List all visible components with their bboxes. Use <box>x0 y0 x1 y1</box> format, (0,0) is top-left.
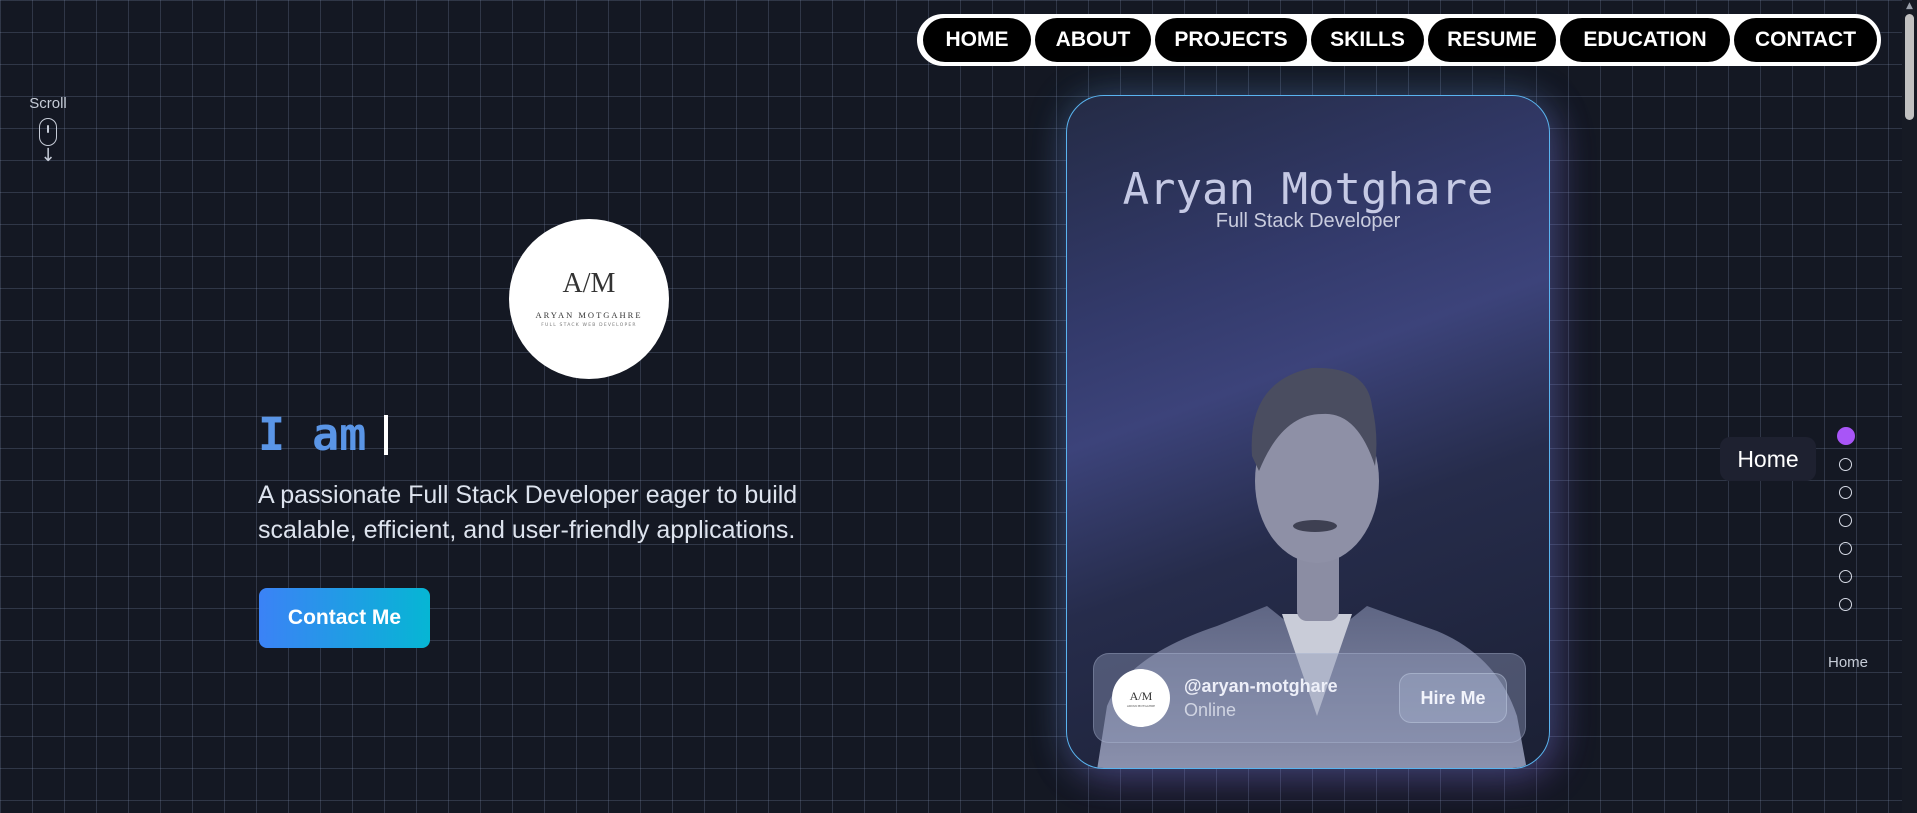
hire-me-button[interactable]: Hire Me <box>1399 673 1507 723</box>
scroll-up-icon[interactable]: ▲ <box>1902 0 1917 12</box>
nav-resume[interactable]: RESUME <box>1428 18 1556 62</box>
profile-handle: @aryan-motghare <box>1184 675 1338 696</box>
main-nav: HOME ABOUT PROJECTS SKILLS RESUME EDUCATION CO… <box>917 14 1881 66</box>
scrollbar-thumb[interactable] <box>1905 14 1914 120</box>
mini-logo-monogram: A/M <box>1129 688 1153 703</box>
profile-status: Online <box>1184 699 1237 720</box>
contact-me-button[interactable]: Contact Me <box>259 588 430 648</box>
section-dot-3[interactable] <box>1839 486 1852 499</box>
card-name: Aryan Motghare <box>1122 164 1494 215</box>
tagline-line-2: scalable, efficient, and user-friendly a… <box>258 516 796 544</box>
nav-education[interactable]: EDUCATION <box>1560 18 1730 62</box>
nav-contact[interactable]: CONTACT <box>1734 18 1877 62</box>
nav-about[interactable]: ABOUT <box>1035 18 1151 62</box>
scroll-label: Scroll <box>29 95 67 112</box>
tagline-line-1: A passionate Full Stack Developer eager … <box>258 481 798 509</box>
hero-tagline: A passionate Full Stack Developer eager … <box>258 478 878 548</box>
brand-logo: A/M ARYAN MOTGAHRE FULL STACK WEB DEVELO… <box>509 219 669 379</box>
mini-logo: A/M ARYAN MOTGAHRE <box>1112 669 1170 727</box>
section-dot-5[interactable] <box>1839 542 1852 555</box>
logo-monogram: A/M <box>562 268 616 299</box>
section-dot-2[interactable] <box>1839 458 1852 471</box>
mouse-icon <box>39 118 57 146</box>
nav-skills[interactable]: SKILLS <box>1311 18 1424 62</box>
scrollbar[interactable]: ▲ <box>1902 0 1917 813</box>
section-dot-1[interactable] <box>1837 427 1855 445</box>
nav-home[interactable]: HOME <box>923 18 1031 62</box>
scroll-indicator: Scroll ↓ <box>24 95 72 166</box>
section-dot-6[interactable] <box>1839 570 1852 583</box>
arrow-down-icon: ↓ <box>40 145 56 166</box>
profile-bar: A/M ARYAN MOTGAHRE @aryan-motghare Onlin… <box>1093 653 1526 743</box>
typed-text: I am <box>258 408 367 461</box>
profile-card: Aryan Motghare Full Stack Developer A/M … <box>1066 95 1550 769</box>
nav-projects[interactable]: PROJECTS <box>1155 18 1307 62</box>
section-dots <box>1837 427 1856 626</box>
section-tooltip: Home <box>1720 437 1816 481</box>
typed-heading: I am <box>258 408 389 461</box>
card-role: Full Stack Developer <box>1215 210 1401 232</box>
typing-cursor <box>384 414 389 455</box>
section-dot-4[interactable] <box>1839 514 1852 527</box>
handle-block: @aryan-motghare Online <box>1184 676 1338 721</box>
logo-name: ARYAN MOTGAHRE <box>535 310 643 320</box>
current-section-label: Home <box>1827 654 1868 671</box>
logo-subtitle: FULL STACK WEB DEVELOPER <box>541 323 637 328</box>
section-dot-7[interactable] <box>1839 598 1852 611</box>
mini-logo-name: ARYAN MOTGAHRE <box>1126 703 1156 708</box>
